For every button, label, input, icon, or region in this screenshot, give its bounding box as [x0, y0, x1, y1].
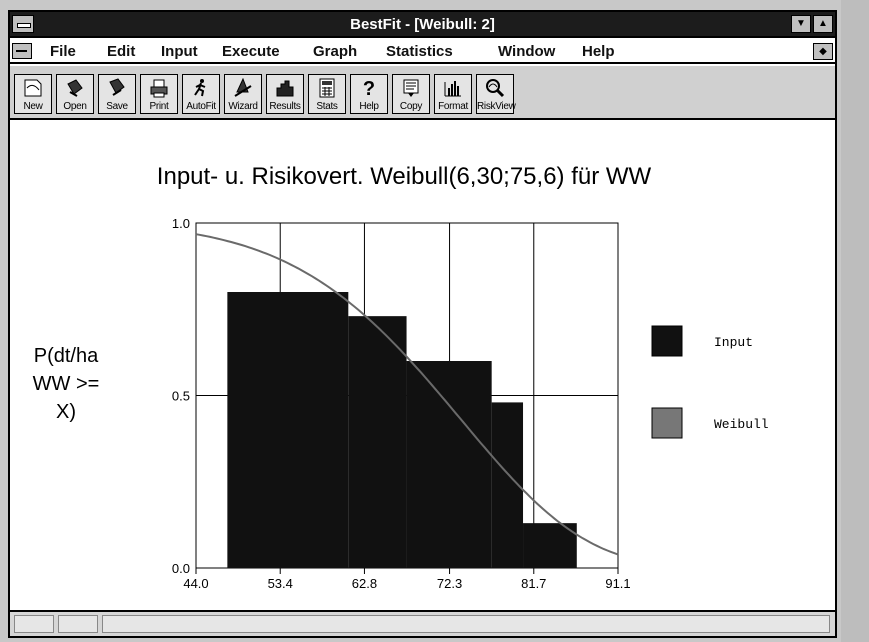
new-label: New: [23, 101, 43, 112]
print-button[interactable]: Print: [140, 74, 178, 114]
restore-button[interactable]: ◆: [813, 43, 833, 60]
format-icon: [444, 81, 461, 97]
stats-icon: [319, 78, 335, 98]
format-label: Format: [438, 101, 468, 112]
y-axis-label: P(dt/ha WW >= X): [33, 345, 100, 423]
menu-bar: File Edit Input Execute Graph Statistics…: [10, 40, 835, 64]
input-bar: [227, 292, 349, 568]
save-icon: [109, 78, 125, 96]
menu-file[interactable]: File: [50, 43, 76, 60]
format-button[interactable]: Format: [434, 74, 472, 114]
x-tick-label: 91.1: [605, 576, 630, 591]
menu-input[interactable]: Input: [161, 43, 198, 60]
menu-statistics[interactable]: Statistics: [386, 43, 453, 60]
y-axis-label-line: WW >=: [33, 373, 100, 395]
help-icon: ?: [363, 78, 375, 98]
legend-swatch: [651, 407, 683, 439]
menu-graph[interactable]: Graph: [313, 43, 357, 60]
menu-execute[interactable]: Execute: [222, 43, 280, 60]
desktop-edge: [841, 0, 869, 642]
document-system-menu-button[interactable]: [12, 43, 32, 59]
y-axis-label-line: X): [56, 401, 76, 423]
chart-legend: Input Weibull: [651, 325, 769, 439]
stats-label: Stats: [316, 101, 338, 112]
status-segment-3: [102, 615, 830, 633]
legend-swatch: [651, 325, 683, 357]
status-segment-1: [14, 615, 54, 633]
open-label: Open: [63, 101, 87, 112]
help-button[interactable]: ? Help: [350, 74, 388, 114]
print-icon: [150, 79, 168, 98]
save-button[interactable]: Save: [98, 74, 136, 114]
copy-label: Copy: [399, 101, 423, 112]
input-bar: [348, 316, 407, 568]
results-icon: [276, 80, 294, 97]
riskview-button[interactable]: RiskView: [476, 74, 516, 114]
graph-area: Input- u. Risikovert. Weibull(6,30;75,6)…: [10, 122, 835, 610]
menu-edit[interactable]: Edit: [107, 43, 135, 60]
riskview-label: RiskView: [477, 101, 516, 112]
maximize-button[interactable]: ▲: [813, 15, 833, 33]
app-window: BestFit - [Weibull: 2] ▼ ▲ File Edit Inp…: [8, 10, 837, 638]
autofit-label: AutoFit: [186, 101, 216, 112]
autofit-button[interactable]: AutoFit: [182, 74, 220, 114]
legend-label: Input: [714, 335, 753, 350]
weibull-chart: Input- u. Risikovert. Weibull(6,30;75,6)…: [33, 163, 769, 591]
y-tick-label: 1.0: [172, 216, 190, 231]
print-label: Print: [149, 101, 169, 112]
stats-button[interactable]: Stats: [308, 74, 346, 114]
x-tick-label: 62.8: [352, 576, 377, 591]
y-tick-label: 0.5: [172, 389, 190, 404]
x-tick-label: 44.0: [183, 576, 208, 591]
window-title: BestFit - [Weibull: 2]: [350, 16, 495, 33]
results-button[interactable]: Results: [266, 74, 304, 114]
save-label: Save: [106, 101, 128, 112]
help-label: Help: [359, 101, 379, 112]
menu-help[interactable]: Help: [582, 43, 615, 60]
results-label: Results: [269, 101, 301, 112]
x-tick-label: 81.7: [521, 576, 546, 591]
x-tick-label: 53.4: [268, 576, 293, 591]
svg-text:?: ?: [363, 78, 375, 98]
menu-window[interactable]: Window: [498, 43, 555, 60]
copy-icon: [403, 79, 419, 97]
new-button[interactable]: New: [14, 74, 52, 114]
chart-title: Input- u. Risikovert. Weibull(6,30;75,6)…: [157, 163, 652, 190]
minimize-button[interactable]: ▼: [791, 15, 811, 33]
open-button[interactable]: Open: [56, 74, 94, 114]
y-axis-label-line: P(dt/ha: [34, 345, 99, 367]
status-segment-2: [58, 615, 98, 633]
autofit-icon: [194, 79, 206, 97]
title-bar: BestFit - [Weibull: 2] ▼ ▲: [10, 12, 835, 38]
status-bar: [10, 610, 835, 636]
wizard-button[interactable]: Wizard: [224, 74, 262, 114]
input-bar: [406, 361, 492, 568]
y-tick-label: 0.0: [172, 561, 190, 576]
toolbar: New Open Save Print AutoFit Wizard Resul…: [10, 66, 835, 120]
legend-label: Weibull: [714, 417, 769, 432]
wizard-icon: [234, 78, 252, 97]
copy-button[interactable]: Copy: [392, 74, 430, 114]
wizard-label: Wizard: [228, 101, 258, 112]
open-icon: [67, 79, 83, 97]
x-tick-label: 72.3: [437, 576, 462, 591]
riskview-icon: [486, 79, 505, 98]
new-icon: [24, 79, 42, 97]
